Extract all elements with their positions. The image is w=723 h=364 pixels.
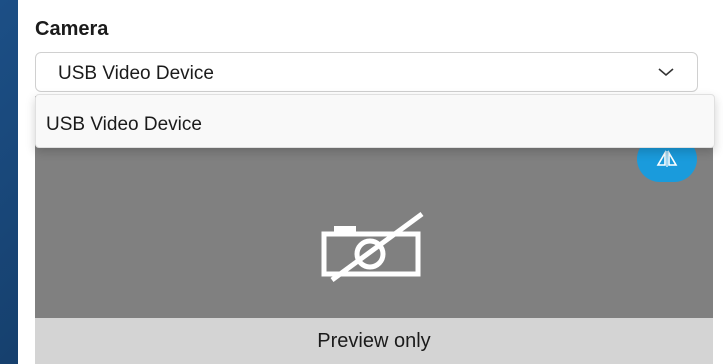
camera-label: Camera xyxy=(35,18,109,40)
camera-settings-panel: Camera USB Video Device Preview only USB… xyxy=(18,0,723,364)
camera-off-icon xyxy=(321,211,424,283)
dropdown-option-label: USB Video Device xyxy=(46,114,202,135)
chevron-down-icon xyxy=(658,68,674,77)
dropdown-option-usb-video-device[interactable]: USB Video Device xyxy=(36,99,714,143)
preview-only-text: Preview only xyxy=(317,330,431,352)
flip-horizontal-icon xyxy=(656,150,678,167)
camera-dropdown-list: USB Video Device xyxy=(35,94,715,148)
preview-footer: Preview only xyxy=(35,318,713,364)
camera-select-value: USB Video Device xyxy=(58,63,214,84)
camera-select[interactable]: USB Video Device xyxy=(35,52,698,92)
